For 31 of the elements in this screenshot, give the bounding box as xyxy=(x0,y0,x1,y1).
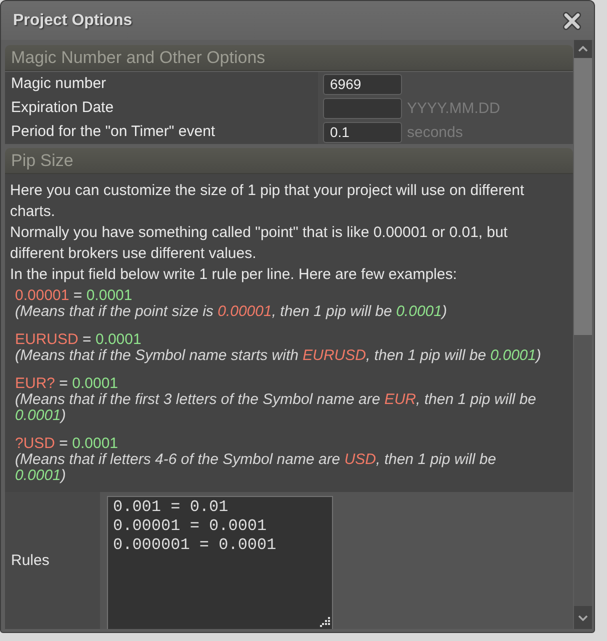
example-note: (Means that if the first 3 letters of the Symbol name are EUR, then 1 pip will be 0.0001) xyxy=(15,392,538,424)
scroll-up-button[interactable] xyxy=(574,40,592,58)
rule-example: ?USD = 0.0001 xyxy=(15,436,120,452)
window-title: Project Options xyxy=(13,12,132,30)
field-label: Expiration Date xyxy=(5,96,318,120)
field-label: Magic number xyxy=(5,72,318,96)
chevron-up-icon xyxy=(578,46,588,52)
example-note: (Means that if the point size is 0.00001, then 1 pip will be 0.0001) xyxy=(15,304,448,320)
scrollbar-thumb[interactable] xyxy=(574,58,592,335)
rule-example: EUR? = 0.0001 xyxy=(15,376,120,392)
close-button[interactable] xyxy=(562,10,582,30)
rules-textarea[interactable]: 0.001 = 0.01 0.00001 = 0.0001 0.000001 = 0.0001 xyxy=(107,496,333,629)
text-input[interactable]: 0.1 xyxy=(323,122,402,142)
resize-grip-icon xyxy=(320,617,330,627)
close-icon xyxy=(562,10,582,30)
section-header: Magic Number and Other Options xyxy=(5,45,573,71)
section-header: Pip Size xyxy=(5,148,573,174)
rule-example: EURUSD = 0.0001 xyxy=(15,332,142,348)
scrollbar[interactable] xyxy=(574,40,592,629)
scroll-down-button[interactable] xyxy=(574,606,592,629)
example-note: (Means that if letters 4-6 of the Symbol name are USD, then 1 pip will be 0.0001) xyxy=(15,452,498,484)
text-input[interactable] xyxy=(323,98,402,118)
example-note: (Means that if the Symbol name starts with EURUSD, then 1 pip will be 0.0001) xyxy=(15,348,542,364)
field-label: Period for the "on Timer" event xyxy=(5,120,318,144)
field-label: Rules xyxy=(5,492,100,629)
rule-example: 0.00001 = 0.0001 xyxy=(15,288,134,304)
chevron-down-icon xyxy=(578,614,588,620)
description-text: Here you can customize the size of 1 pip that your project will use on different charts. xyxy=(10,181,526,222)
text-input[interactable]: 6969 xyxy=(323,74,402,94)
description-text: Normally you have something called "point" that is like 0.00001 or 0.01, but different brokers use different values. xyxy=(10,223,509,264)
description-text: In the input field below write 1 rule per line. Here are few examples: xyxy=(10,265,458,285)
